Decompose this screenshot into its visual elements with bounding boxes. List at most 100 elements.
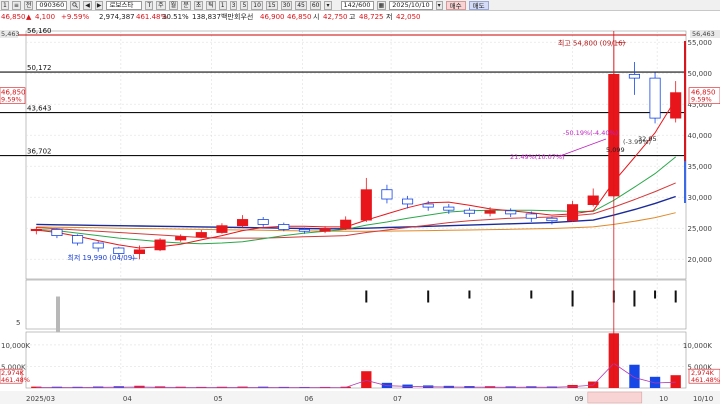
stock-name-field[interactable]: 로보스타: [106, 0, 143, 10]
date-dropdown-icon[interactable]: ▾: [435, 0, 443, 10]
quote-open-label: 시: [313, 13, 319, 21]
price-tick-label: 25,000: [688, 225, 713, 233]
period-tick-button[interactable]: 틱: [206, 0, 216, 10]
prev-stock-icon[interactable]: ◀: [83, 0, 92, 10]
candle-body: [195, 232, 207, 238]
date-tick-label: 08: [484, 395, 493, 403]
interval-dropdown-icon[interactable]: ▾: [324, 0, 332, 10]
price-tick-label: 50,000: [688, 70, 713, 78]
indicator-bar: [56, 296, 60, 333]
bar-counter-field[interactable]: 142/600: [340, 0, 374, 10]
indicator-bar: [530, 290, 533, 299]
price-tick-label: 40,000: [688, 132, 713, 140]
quote-volume: 2,974,387: [99, 13, 135, 21]
price-tick-label: 20,000: [688, 256, 713, 264]
menu-icon[interactable]: ≡: [11, 0, 21, 10]
candle-body: [670, 92, 682, 119]
date-tick-label: 2025/03: [26, 395, 55, 403]
candle-body: [92, 242, 104, 249]
stock-info-icon[interactable]: T: [145, 0, 154, 10]
stock-chart: 46,850 ▲ 4,100 +9.59% 2,974,387 461.48% …: [0, 11, 720, 404]
date-tick-label: 05: [214, 395, 223, 403]
range-value-a: 5,099: [606, 146, 625, 154]
indicator-bar: [468, 290, 471, 299]
candle-body: [133, 249, 145, 254]
indicator-bar: [365, 290, 368, 303]
candle-body: [340, 219, 352, 230]
volume-bar: [361, 371, 372, 388]
candle-body: [443, 206, 455, 211]
date-tick-label: 06: [304, 395, 313, 403]
indicator-axis-label: 5: [16, 319, 20, 327]
quote-value2: 46,850: [287, 13, 312, 21]
candle-body: [463, 209, 475, 214]
price-tick-label: 30,000: [688, 194, 713, 202]
indicator-panel-frame: [25, 279, 687, 330]
candle-body: [525, 213, 537, 219]
interval-15-button[interactable]: 15: [265, 0, 278, 10]
candle-body: [381, 189, 393, 200]
horizontal-level-label: 50,172: [27, 64, 52, 72]
buy-button[interactable]: 매수: [445, 0, 466, 10]
interval-45-button[interactable]: 45: [295, 0, 307, 10]
quote-high: 48,725: [359, 13, 384, 21]
indicator-bar: [571, 290, 574, 307]
quote-low-label: 저: [386, 12, 392, 21]
left-volume-ratio: 461.48%: [1, 376, 30, 384]
horizontal-level-label: 56,160: [27, 27, 52, 35]
chart-toolbar: 1 ≡ 전 090360 ◀ ▶ 로보스타 T 주 월 분 초 틱 1 3 5 …: [0, 0, 720, 11]
candle-body: [30, 228, 42, 232]
interval-1-button[interactable]: 1: [218, 0, 227, 10]
interval-60-button[interactable]: 60: [309, 0, 322, 10]
quote-turnover-rate: 30.51%: [162, 13, 189, 21]
sell-button[interactable]: 매도: [468, 0, 489, 10]
price-tick-label: 35,000: [688, 163, 713, 171]
candle-body: [154, 239, 166, 251]
interval-5-button[interactable]: 5: [240, 0, 249, 10]
candle-body: [113, 247, 125, 254]
interval-10-button[interactable]: 10: [251, 0, 263, 10]
calendar-icon[interactable]: ▦: [376, 0, 387, 10]
interval-3-button[interactable]: 3: [229, 0, 238, 10]
crosshair-date-box: [587, 391, 643, 404]
indicator-bar: [427, 290, 430, 303]
period-week-button[interactable]: 주: [156, 0, 166, 10]
candle-body: [422, 203, 434, 208]
volume-bar: [670, 375, 681, 388]
candle-body: [51, 228, 63, 236]
stock-code-input[interactable]: 090360: [36, 0, 68, 10]
date-input[interactable]: 2025/10/10: [389, 0, 433, 10]
quote-up-arrow-icon: ▲: [26, 13, 32, 21]
volume-panel-frame: [25, 331, 687, 389]
indicator-bar: [674, 290, 677, 303]
left-current-pct: 9.59%: [1, 96, 22, 104]
candle-body: [567, 204, 579, 222]
right-top-label: 56,463: [692, 30, 715, 38]
right-volume-ratio: 461.48%: [691, 376, 720, 384]
period-second-button[interactable]: 초: [193, 0, 204, 10]
volume-bar: [629, 364, 640, 388]
date-tick-label: 10/10: [693, 395, 713, 403]
magnifier-icon[interactable]: [70, 0, 81, 10]
candle-body: [216, 225, 228, 233]
date-tick-label: 10: [659, 395, 668, 403]
quote-change-pct: +9.59%: [61, 13, 89, 21]
range-pct-annotation-b: 21.49%(10.07%): [510, 153, 565, 161]
panel-selector-button[interactable]: 전: [23, 0, 34, 10]
right-scale-indicator-blue: [684, 161, 686, 203]
horizontal-level-label: 36,702: [27, 148, 52, 156]
period-month-button[interactable]: 월: [168, 0, 179, 10]
window-number-button[interactable]: 1: [1, 0, 9, 10]
range-value-b: 32,95: [638, 135, 657, 143]
quote-bar: 46,850 ▲ 4,100 +9.59% 2,974,387 461.48% …: [0, 11, 720, 22]
candle-body: [628, 74, 640, 79]
candle-body: [505, 210, 517, 215]
candle-body: [587, 195, 599, 205]
left-top-label: 5,463: [1, 30, 20, 38]
candle-body: [360, 189, 372, 221]
period-minute-button[interactable]: 분: [181, 0, 191, 10]
interval-30-button[interactable]: 30: [280, 0, 293, 10]
candle-body: [298, 228, 310, 232]
candle-body: [278, 224, 290, 230]
next-stock-icon[interactable]: ▶: [94, 0, 104, 10]
